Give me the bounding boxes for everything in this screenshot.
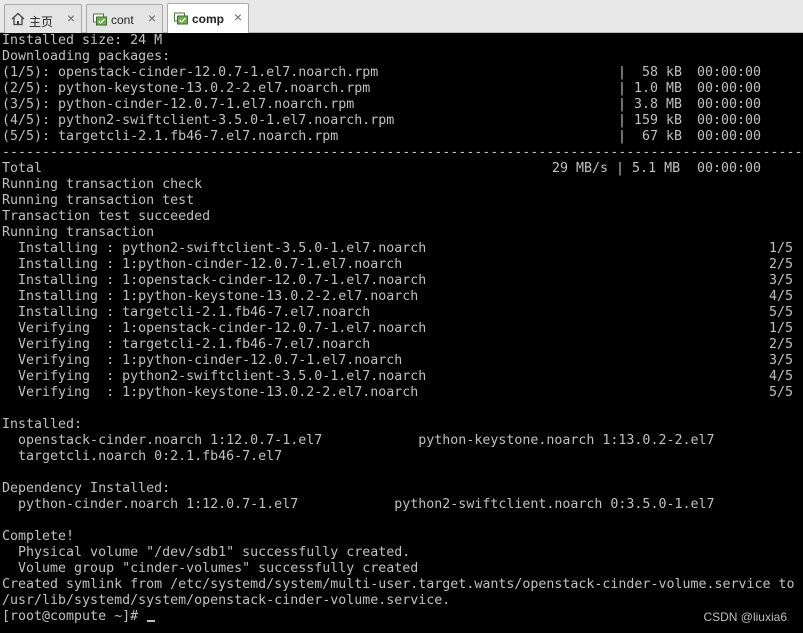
tab-cont-label: cont [111,13,134,27]
total-speed: 29 MB/s | 5.1 MB [552,161,681,176]
terminal-line: Running transaction [2,225,155,240]
download-size: | 58 kB [618,65,683,80]
terminal-console[interactable]: Installed size: 24 M Downloading package… [0,33,803,633]
terminal-line: Physical volume "/dev/sdb1" successfully… [2,545,411,560]
terminal-separator: ----------------------------------------… [2,145,801,160]
cursor [147,620,156,622]
terminal-line: targetcli.noarch 0:2.1.fb46-7.el7 [2,449,283,464]
progress-count: 4/5 [768,369,793,384]
download-size: | 1.0 MB [618,81,683,96]
download-time: 00:00:00 [697,97,762,112]
terminal-line: Installing : 1:python-cinder-12.0.7-1.el… [2,257,403,272]
tab-cont[interactable]: cont × [86,4,163,33]
download-size: | 3.8 MB [618,97,683,112]
vm-icon [174,12,188,25]
progress-count: 2/5 [768,337,793,352]
tab-bar: 主页 × cont × comp × [0,0,803,33]
terminal-line: Running transaction check [2,177,203,192]
terminal-line: (1/5): openstack-cinder-12.0.7-1.el7.noa… [2,65,379,80]
terminal-line: (2/5): python-keystone-13.0.2-2.el7.noar… [2,81,371,96]
download-size: | 67 kB [618,129,683,144]
tab-comp-label: comp [192,12,225,26]
tab-comp[interactable]: comp × [167,3,249,33]
terminal-line: Dependency Installed: [2,481,171,496]
tab-home[interactable]: 主页 × [4,4,82,33]
terminal-line: Verifying : 1:python-cinder-12.0.7-1.el7… [2,353,403,368]
terminal-line: Verifying : targetcli-2.1.fb46-7.el7.noa… [2,337,371,352]
terminal-line: Installing : 1:openstack-cinder-12.0.7-1… [2,273,427,288]
terminal-line: (3/5): python-cinder-12.0.7-1.el7.noarch… [2,97,355,112]
close-icon[interactable]: × [148,10,156,26]
progress-count: 1/5 [768,241,793,256]
progress-count: 5/5 [768,385,793,400]
progress-count: 1/5 [768,321,793,336]
download-time: 00:00:00 [697,129,762,144]
terminal-line: (4/5): python2-swiftclient-3.5.0-1.el7.n… [2,113,395,128]
terminal-line: Installing : 1:python-keystone-13.0.2-2.… [2,289,419,304]
watermark: CSDN @liuxia6 [703,610,787,624]
terminal-line: Verifying : python2-swiftclient-3.5.0-1.… [2,369,427,384]
progress-count: 3/5 [768,273,793,288]
prompt-text: [root@compute ~]# [2,609,147,624]
terminal-line: Created symlink from /etc/systemd/system… [2,577,795,592]
terminal-line: Transaction test succeeded [2,209,211,224]
terminal-line: Verifying : 1:python-keystone-13.0.2-2.e… [2,385,419,400]
terminal-line: Running transaction test [2,193,195,208]
terminal-prompt[interactable]: [root@compute ~]# [2,609,156,625]
terminal-line: (5/5): targetcli-2.1.fb46-7.el7.noarch.r… [2,129,339,144]
download-time: 00:00:00 [697,113,762,128]
progress-count: 2/5 [768,257,793,272]
terminal-line: python-cinder.noarch 1:12.0.7-1.el7 pyth… [2,497,715,512]
terminal-line: Installed: [2,417,83,432]
home-icon [11,12,25,26]
terminal-line: Verifying : 1:openstack-cinder-12.0.7-1.… [2,321,427,336]
progress-count: 4/5 [768,289,793,304]
terminal-line: Complete! [2,529,75,544]
close-icon[interactable]: × [234,9,242,25]
close-icon[interactable]: × [67,10,75,26]
terminal-line: Installing : python2-swiftclient-3.5.0-1… [2,241,427,256]
terminal-line: Installed size: 24 M [2,33,163,48]
progress-count: 3/5 [768,353,793,368]
terminal-line: Installing : targetcli-2.1.fb46-7.el7.no… [2,305,371,320]
terminal-line: openstack-cinder.noarch 1:12.0.7-1.el7 p… [2,433,715,448]
tab-home-label: 主页 [29,15,54,29]
download-size: | 159 kB [618,113,683,128]
terminal-line: Total [2,161,43,176]
terminal-line: /usr/lib/systemd/system/openstack-cinder… [2,593,451,608]
terminal-line: Downloading packages: [2,49,171,64]
download-time: 00:00:00 [697,65,762,80]
download-time: 00:00:00 [697,81,762,96]
vm-icon [93,13,107,26]
total-time: 00:00:00 [697,161,762,176]
terminal-line: Volume group "cinder-volumes" successful… [2,561,419,576]
progress-count: 5/5 [768,305,793,320]
